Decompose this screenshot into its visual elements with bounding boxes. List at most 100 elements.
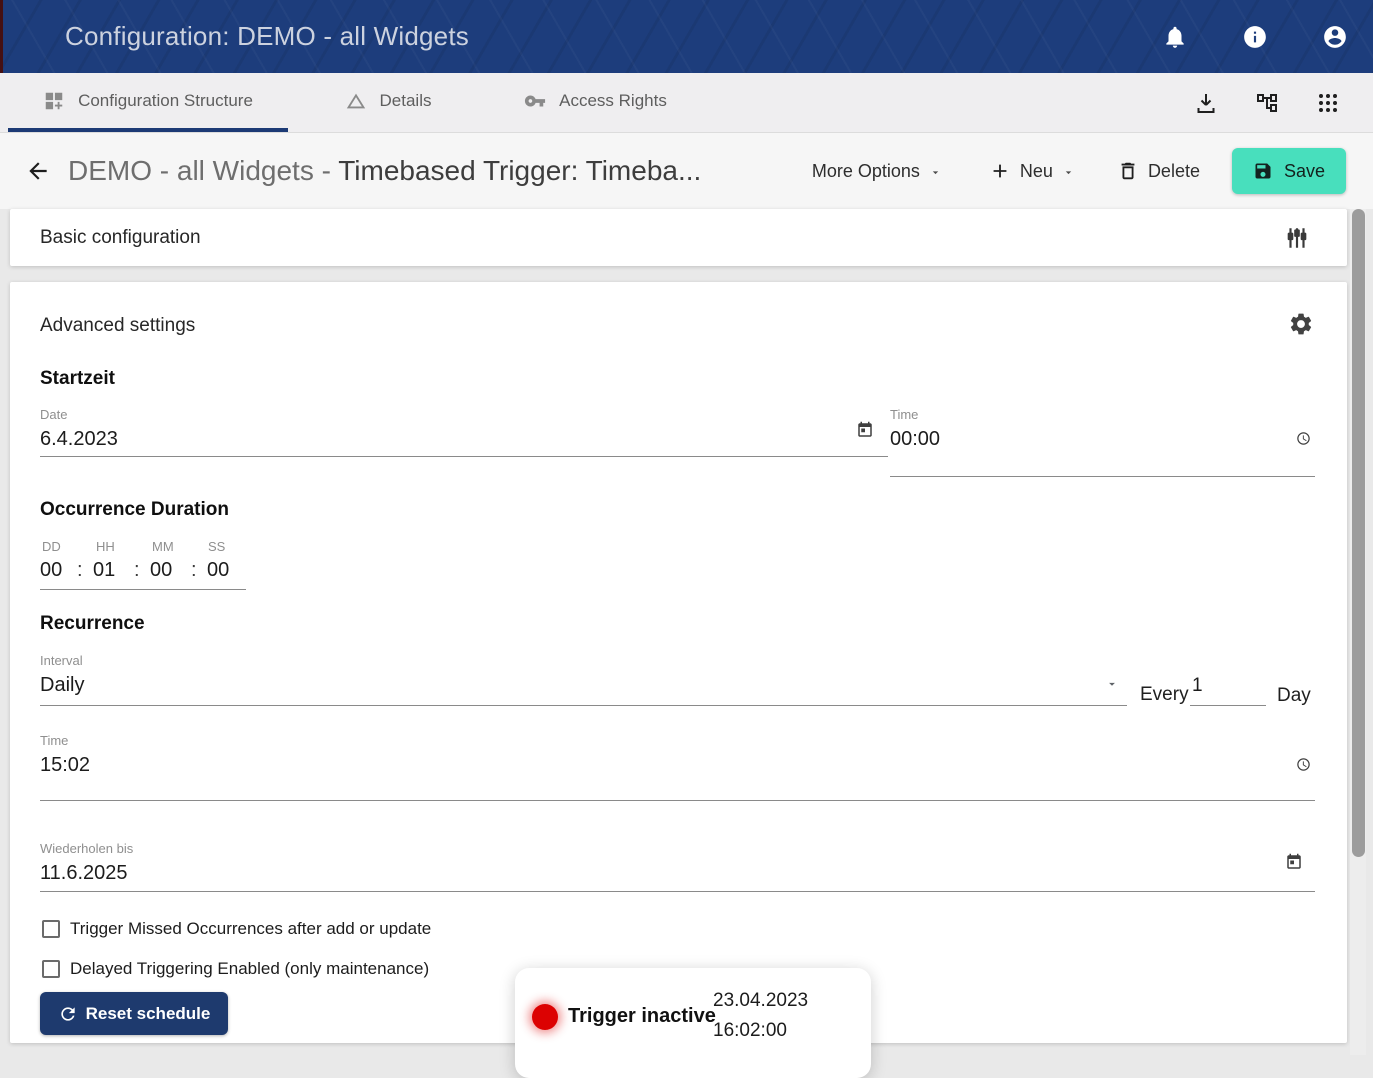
every-input[interactable] [1192,675,1262,697]
tab-label: Details [380,91,432,111]
basic-configuration-title: Basic configuration [40,227,201,249]
delete-button[interactable]: Delete [1117,160,1200,182]
advanced-settings-card: Advanced settings Startzeit Date Time Oc… [10,282,1347,1043]
chevron-down-icon [929,166,942,179]
date-field-label: Date [40,405,888,422]
window-edge-strip [0,0,3,73]
tab-configuration-structure[interactable]: Configuration Structure [8,73,288,132]
repeat-until-input[interactable] [40,862,1060,885]
duration-hours-input[interactable] [93,559,125,582]
repeat-until-label: Wiederholen bis [40,839,1315,856]
recurrence-time-field: Time [40,731,1315,801]
trigger-status-datetime: 23.04.2023 16:02:00 [713,986,808,1046]
clock-icon[interactable] [1296,431,1311,446]
checkbox-label[interactable]: Trigger Missed Occurrences after add or … [70,919,431,939]
download-icon[interactable] [1194,91,1218,115]
start-time-input[interactable] [890,428,1230,451]
floppy-save-icon [1253,161,1273,181]
start-date-field: Date [40,405,888,457]
calendar-icon[interactable] [1285,853,1303,871]
duration-days-input[interactable] [40,559,72,582]
startzeit-heading: Startzeit [40,368,115,390]
option-row: Trigger Missed Occurrences after add or … [42,919,431,939]
duration-separator: : [191,559,197,582]
advanced-settings-title: Advanced settings [40,315,195,337]
trash-icon [1117,160,1139,182]
duration-separator: : [77,559,83,582]
day-unit-label: Day [1277,685,1311,707]
duration-minutes-input[interactable] [150,559,182,582]
clock-icon[interactable] [1296,757,1311,772]
checkbox-label[interactable]: Delayed Triggering Enabled (only mainten… [70,959,429,979]
tab-access-rights[interactable]: Access Rights [488,73,703,132]
tab-label: Access Rights [559,91,667,111]
start-time-field: Time [890,405,1315,477]
hierarchy-tree-icon[interactable] [1255,91,1279,115]
occurrence-duration-field: DD HH MM SS : : : [40,537,246,590]
dropdown-caret-icon[interactable] [1105,677,1119,691]
trigger-status-popup: Trigger inactive 23.04.2023 16:02:00 [515,968,871,1078]
tab-bar: Configuration Structure Details Access R… [0,73,1373,133]
checkbox-delayed-triggering[interactable] [42,960,60,978]
toolbar: DEMO - all Widgets - Timebased Trigger: … [0,133,1373,209]
new-button[interactable]: Neu [989,160,1075,182]
repeat-until-field: Wiederholen bis [40,839,1315,892]
key-icon [524,90,546,112]
app-header: Configuration: DEMO - all Widgets [0,0,1373,73]
duration-seconds-label: SS [208,539,225,554]
back-arrow-icon[interactable] [25,158,51,184]
recurrence-heading: Recurrence [40,613,145,635]
calendar-icon[interactable] [856,421,874,439]
duration-seconds-input[interactable] [207,559,239,582]
tab-label: Configuration Structure [78,91,253,111]
trigger-status-date: 23.04.2023 [713,986,808,1016]
time-field-label: Time [40,731,1315,748]
breadcrumb-current: Timebased Trigger: Timeba... [338,155,701,186]
time-field-label: Time [890,405,1315,422]
apps-grid-icon[interactable] [1316,91,1340,115]
widgets-icon [43,90,65,112]
breadcrumb: DEMO - all Widgets - Timebased Trigger: … [68,155,701,187]
interval-value: Daily [40,674,1127,697]
info-icon[interactable] [1242,24,1268,50]
save-button-label: Save [1284,161,1325,182]
notifications-bell-icon[interactable] [1162,24,1188,50]
recurrence-time-input[interactable] [40,754,1060,777]
gear-icon[interactable] [1288,311,1314,337]
duration-hours-label: HH [96,539,115,554]
delete-button-label: Delete [1148,161,1200,182]
duration-minutes-label: MM [152,539,174,554]
duration-days-label: DD [42,539,61,554]
plus-icon [989,160,1011,182]
trigger-status-label: Trigger inactive [568,1005,716,1028]
save-button[interactable]: Save [1232,148,1346,194]
sliders-tune-icon[interactable] [1284,225,1310,251]
interval-label: Interval [40,651,1127,668]
page-title: Configuration: DEMO - all Widgets [65,21,469,52]
more-options-button[interactable]: More Options [812,161,942,182]
start-date-input[interactable] [40,428,718,451]
reset-schedule-button[interactable]: Reset schedule [40,992,228,1035]
new-button-label: Neu [1020,161,1053,182]
every-label: Every [1140,684,1189,706]
header-actions [1162,24,1373,50]
checkbox-trigger-missed-occurrences[interactable] [42,920,60,938]
trigger-status-time: 16:02:00 [713,1016,808,1046]
tab-details[interactable]: Details [288,73,488,132]
triangle-icon [345,90,367,112]
vertical-scrollbar-track[interactable] [1350,209,1366,1055]
option-row: Delayed Triggering Enabled (only mainten… [42,959,429,979]
duration-separator: : [134,559,140,582]
basic-configuration-card: Basic configuration [10,209,1347,266]
reset-schedule-label: Reset schedule [86,1004,211,1024]
more-options-label: More Options [812,161,920,182]
status-red-dot-icon [532,1004,558,1030]
interval-select[interactable]: Interval Daily [40,651,1127,706]
refresh-icon [58,1004,78,1024]
occurrence-duration-heading: Occurrence Duration [40,499,229,521]
vertical-scrollbar-thumb[interactable] [1352,209,1365,857]
every-field [1190,651,1266,706]
chevron-down-icon [1062,166,1075,179]
breadcrumb-prefix: DEMO - all Widgets - [68,155,338,186]
user-account-icon[interactable] [1322,24,1348,50]
